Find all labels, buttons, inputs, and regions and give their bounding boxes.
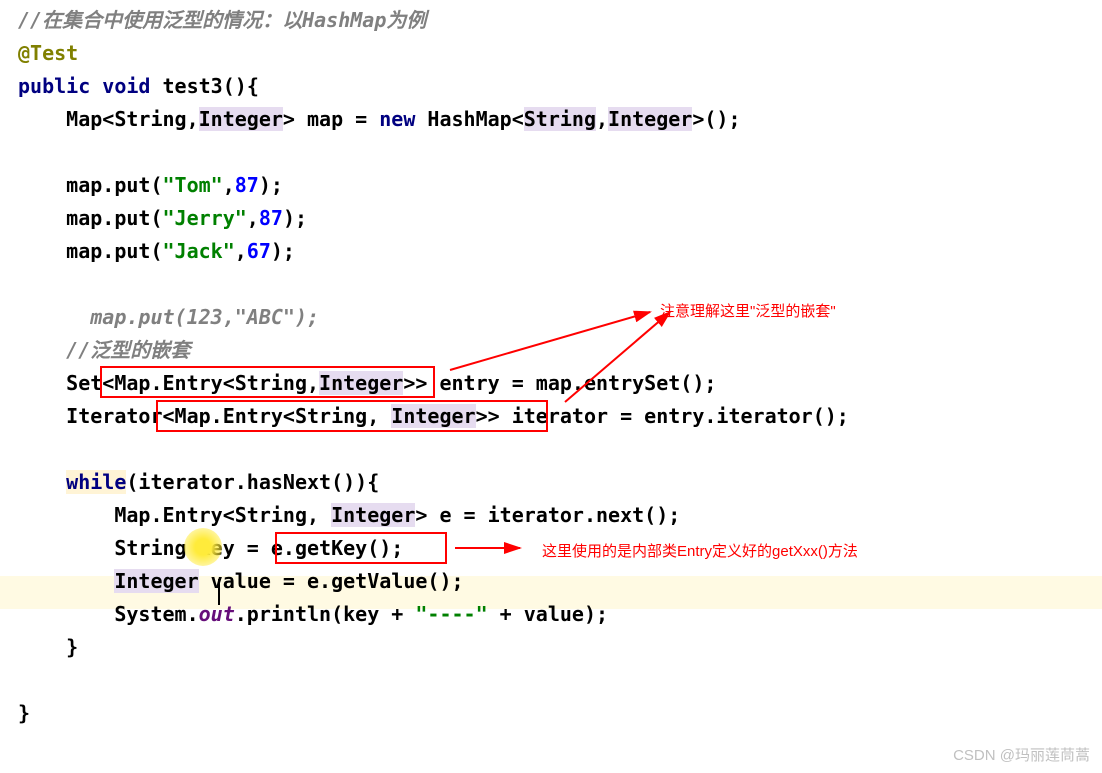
text-cursor (218, 579, 220, 605)
code-line: Map<String,Integer> map = new HashMap<St… (18, 103, 1084, 136)
code-line (18, 268, 1084, 301)
annotation-text: 这里使用的是内部类Entry定义好的getXxx()方法 (542, 540, 858, 561)
code-line: } (18, 697, 1084, 730)
code-line: map.put("Jerry",87); (18, 202, 1084, 235)
code-line: public void test3(){ (18, 70, 1084, 103)
code-line: System.out.println(key + "----" + value)… (18, 598, 1084, 631)
code-line: map.put(123,"ABC"); (18, 301, 1084, 334)
code-line: //泛型的嵌套 (18, 334, 1084, 367)
code-line: map.put("Tom",87); (18, 169, 1084, 202)
code-line: @Test (18, 37, 1084, 70)
code-line (18, 433, 1084, 466)
code-line: map.put("Jack",67); (18, 235, 1084, 268)
code-line (18, 664, 1084, 697)
code-line: Set<Map.Entry<String,Integer>> entry = m… (18, 367, 1084, 400)
code-line (18, 136, 1084, 169)
code-line: Iterator<Map.Entry<String, Integer>> ite… (18, 400, 1084, 433)
annotation-text: 注意理解这里"泛型的嵌套" (660, 300, 836, 321)
code-line: //在集合中使用泛型的情况：以HashMap为例 (18, 4, 1084, 37)
code-line: Integer value = e.getValue(); (18, 565, 1084, 598)
code-line: } (18, 631, 1084, 664)
watermark: CSDN @玛丽莲茼蒿 (953, 744, 1090, 765)
code-line: Map.Entry<String, Integer> e = iterator.… (18, 499, 1084, 532)
code-line: while(iterator.hasNext()){ (18, 466, 1084, 499)
code-editor[interactable]: //在集合中使用泛型的情况：以HashMap为例 @Test public vo… (0, 0, 1102, 734)
